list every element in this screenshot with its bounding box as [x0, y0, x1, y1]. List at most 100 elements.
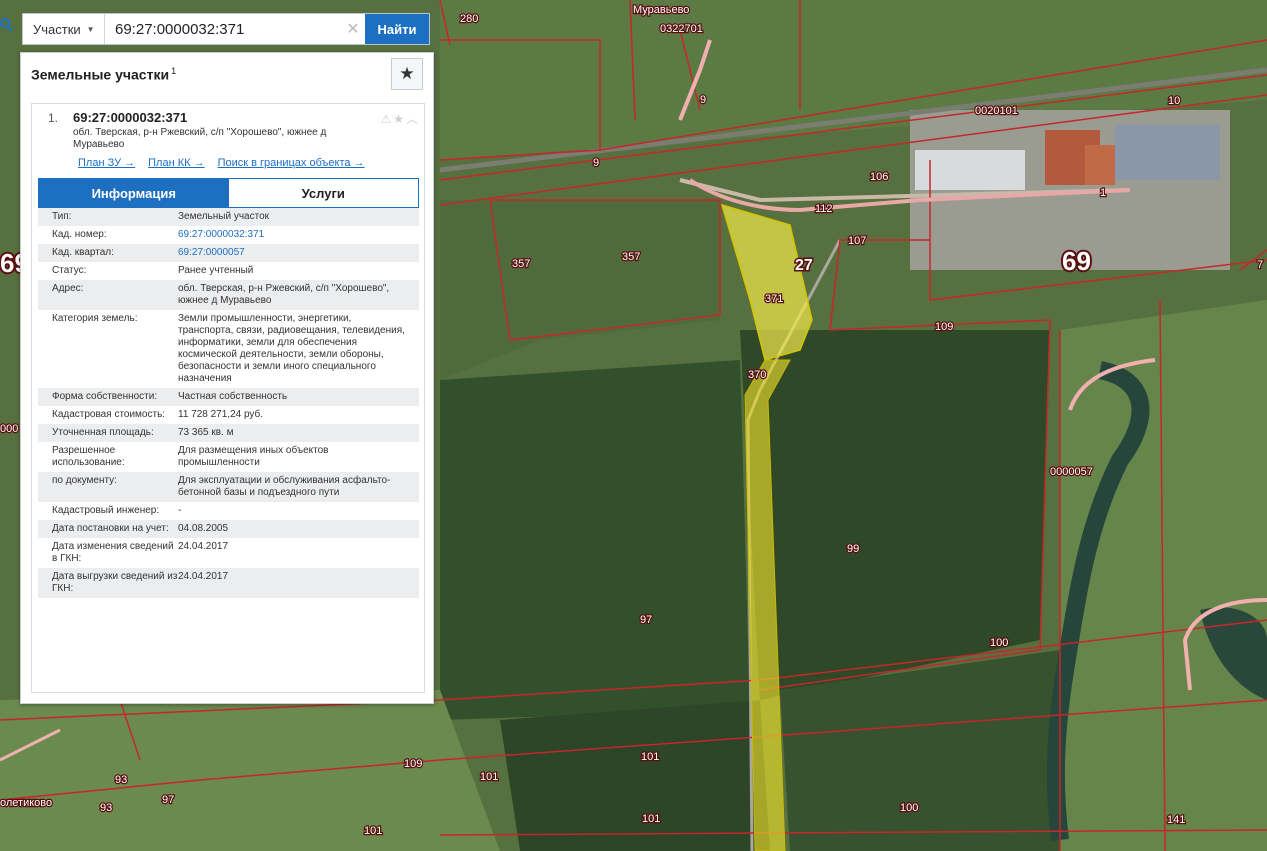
property-value: обл. Тверская, р-н Ржевский, с/п "Хороше…: [178, 283, 390, 306]
property-value: 24.04.2017: [178, 541, 229, 552]
properties-table: Тип: Земельный участок Кад. номер: 69:27:00…: [38, 208, 419, 598]
property-label: Уточненная площадь:: [52, 427, 154, 438]
parcel-label: 1: [1100, 187, 1106, 199]
search-type-dropdown[interactable]: Участки ▼: [23, 14, 105, 44]
search-icon[interactable]: [0, 17, 14, 43]
parcel-label: 7: [1257, 259, 1263, 271]
quarter-label: 0020101: [975, 105, 1018, 117]
parcel-label: 101: [642, 813, 660, 825]
building: [915, 150, 1025, 190]
tab-services[interactable]: Услуги: [228, 179, 418, 207]
parcel-label: 101: [641, 751, 659, 763]
star-icon[interactable]: ★: [393, 112, 406, 126]
property-row: по документу: Для эксплуатации и обслужив…: [38, 472, 419, 502]
search-bar: Участки ▼ ✕ Найти: [22, 13, 430, 45]
property-value: Частная собственность: [178, 391, 288, 402]
result-cad-number[interactable]: 69:27:0000032:371: [73, 110, 187, 125]
property-label: Разрешенное использование:: [52, 445, 125, 468]
parcel-label: 10: [1168, 95, 1180, 107]
property-row: Дата изменения сведений в ГКН: 24.04.2017: [38, 538, 419, 568]
property-label: Кадастровая стоимость:: [52, 409, 166, 420]
parcel-label: 101: [364, 825, 382, 837]
property-label: Дата изменения сведений в ГКН:: [52, 541, 174, 564]
parcel-label: 97: [162, 794, 174, 806]
property-value[interactable]: 69:27:0000032:371: [178, 229, 419, 241]
property-row: Разрешенное использование: Для размещения…: [38, 442, 419, 472]
property-row: Адрес: обл. Тверская, р-н Ржевский, с/п "…: [38, 280, 419, 310]
property-label: Адрес:: [52, 283, 84, 294]
parcel-label: 000: [0, 423, 18, 435]
search-input[interactable]: [105, 14, 341, 44]
parcel-label: 100: [900, 802, 918, 814]
field-area: [0, 690, 500, 851]
building: [1085, 145, 1115, 185]
parcel-label: 141: [1167, 814, 1185, 826]
parcel-label: 106: [870, 171, 888, 183]
tab-info[interactable]: Информация: [39, 179, 229, 207]
parcel-label: 93: [100, 802, 112, 814]
parcel-label: 357: [512, 258, 530, 270]
star-icon: ★: [399, 64, 415, 83]
property-value[interactable]: 69:27:0000057: [178, 247, 419, 259]
property-value: Для эксплуатации и обслуживания асфальто…: [178, 475, 391, 498]
parcel-label: 93: [115, 774, 127, 786]
property-row: Тип: Земельный участок: [38, 208, 419, 226]
search-button[interactable]: Найти: [365, 14, 429, 44]
property-value: Земельный участок: [178, 211, 270, 222]
chevron-up-icon[interactable]: ︿: [406, 112, 420, 126]
search-type-label: Участки: [33, 21, 81, 37]
property-label: Кад. номер:: [52, 229, 107, 240]
property-label: Дата выгрузки сведений из ГКН:: [52, 571, 178, 594]
result-index: 1.: [48, 111, 59, 125]
clear-icon[interactable]: ✕: [341, 14, 365, 44]
parcel-label: 99: [847, 543, 859, 555]
property-label: по документу:: [52, 475, 117, 486]
parcel-label: 357: [622, 251, 640, 263]
forest-area: [440, 360, 750, 720]
property-value: Ранее учтенный: [178, 265, 254, 276]
property-label: Статус:: [52, 265, 87, 276]
property-row: Форма собственности: Частная собственност…: [38, 388, 419, 406]
parcel-label: 9: [700, 94, 706, 106]
parcel-label: 100: [990, 637, 1008, 649]
result-address: обл. Тверская, р-н Ржевский, с/п "Хороше…: [73, 127, 327, 150]
parcel-370-label: 370: [748, 369, 766, 381]
search-in-bounds-link[interactable]: Поиск в границах объекта →: [218, 157, 365, 169]
property-label: Тип:: [52, 211, 72, 222]
property-label: Форма собственности:: [52, 391, 158, 402]
property-row: Дата выгрузки сведений из ГКН: 24.04.2017: [38, 568, 419, 598]
chevron-down-icon: ▼: [86, 24, 95, 34]
panel-title: Земельные участки 1: [31, 65, 177, 83]
village-label: олетиково: [0, 797, 52, 809]
property-row: Уточненная площадь: 73 365 кв. м: [38, 424, 419, 442]
forest-area: [500, 700, 770, 851]
plan-kk-link[interactable]: План КК →: [148, 157, 204, 169]
property-value: 73 365 кв. м: [178, 427, 234, 438]
warning-icon[interactable]: ⚠: [380, 112, 393, 126]
district-label: 69: [1062, 246, 1091, 276]
parcel-label: 107: [848, 235, 866, 247]
quarter-label: 0322701: [660, 23, 703, 35]
property-value: -: [178, 505, 182, 516]
property-label: Категория земель:: [52, 313, 138, 324]
property-row: Кад. квартал: 69:27:0000057: [38, 244, 419, 262]
result-count: 1: [171, 65, 177, 76]
property-value: Для размещения иных объектов промышленно…: [178, 445, 329, 468]
property-value: 04.08.2005: [178, 523, 229, 534]
village-label: Муравьево: [633, 4, 689, 16]
property-row: Категория земель: Земли промышленности, э…: [38, 310, 419, 388]
parcel-371-label: 371: [765, 293, 783, 305]
results-panel: Земельные участки 1 ★ 1. 69:27:0000032:37…: [20, 52, 434, 704]
property-row: Кад. номер: 69:27:0000032:371: [38, 226, 419, 244]
card-tabs: Информация Услуги: [38, 178, 419, 208]
property-row: Дата постановки на учет: 04.08.2005: [38, 520, 419, 538]
favorites-button[interactable]: ★: [391, 58, 423, 90]
property-value: 11 728 271,24 руб.: [178, 409, 264, 420]
property-row: Кадастровый инженер: -: [38, 502, 419, 520]
parcel-label: 9: [593, 157, 599, 169]
quarter-label: 0000057: [1050, 466, 1093, 478]
parcel-label: 112: [815, 203, 833, 215]
property-label: Кад. квартал:: [52, 247, 114, 258]
panel-header: Земельные участки 1 ★: [21, 53, 433, 95]
plan-zu-link[interactable]: План ЗУ →: [78, 157, 135, 169]
